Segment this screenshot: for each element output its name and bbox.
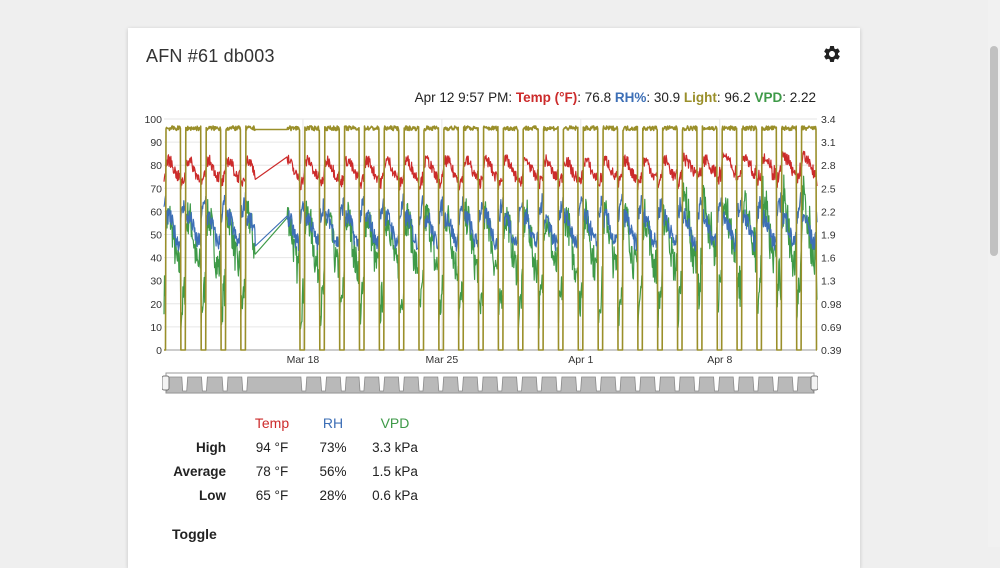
page-scrollbar[interactable]	[988, 0, 1000, 547]
y-right-tick-label: 1.9	[821, 230, 836, 242]
x-axis: Mar 18 Mar 25 Apr 1 Apr 8	[287, 354, 733, 366]
y-right-tick-label: 2.5	[821, 183, 836, 195]
y-right-tick-label: 2.8	[821, 160, 836, 172]
stats-cell: 73%	[319, 439, 347, 455]
stats-row-low: Low 65 °F 28% 0.6 kPa	[168, 483, 430, 507]
y-left-tick-label: 100	[144, 114, 162, 126]
y-left-tick-label: 50	[150, 230, 162, 242]
x-tick-label: Apr 1	[568, 354, 593, 366]
chart-series	[163, 125, 818, 351]
stats-row-label: Low	[199, 487, 226, 503]
y-axis-left: 0 10 20 30 40 50 60 70 80 90 100	[144, 114, 162, 357]
stats-cell: 1.5 kPa	[372, 463, 418, 479]
stats-header-row: Temp RH VPD	[168, 411, 430, 435]
y-left-tick-label: 60	[150, 206, 162, 218]
y-right-tick-label: 2.2	[821, 206, 836, 218]
navigator-handle-right[interactable]	[810, 375, 818, 391]
stats-cell: 78 °F	[255, 463, 289, 479]
y-left-tick-label: 0	[156, 345, 162, 357]
y-axis-right: 0.39 0.69 0.98 1.3 1.6 1.9 2.2 2.5 2.8 3.1 3.4	[821, 114, 842, 357]
stats-header-temp: Temp	[254, 415, 290, 431]
stats-cell: 94 °F	[255, 439, 289, 455]
stats-row-label: High	[196, 439, 226, 455]
y-right-tick-label: 0.69	[821, 322, 842, 334]
series-temp-f-line	[163, 149, 818, 191]
series-vpd-line	[163, 174, 818, 335]
stats-cell: 65 °F	[255, 487, 289, 503]
toggle-heading: Toggle	[172, 526, 217, 542]
x-tick-label: Apr 8	[707, 354, 732, 366]
y-right-tick-label: 1.3	[821, 276, 836, 288]
navigator-handle-left[interactable]	[162, 375, 170, 391]
stats-header-vpd: VPD	[380, 415, 410, 431]
x-tick-label: Mar 18	[287, 354, 320, 366]
y-left-tick-label: 30	[150, 276, 162, 288]
y-right-tick-label: 0.39	[821, 345, 842, 357]
y-left-tick-label: 10	[150, 322, 162, 334]
environment-chart[interactable]: 0 10 20 30 40 50 60 70 80 90 100 0.39 0.69 0.98 1.3 1.…	[128, 28, 860, 373]
scrollbar-thumb[interactable]	[990, 46, 998, 256]
y-left-tick-label: 70	[150, 183, 162, 195]
y-right-tick-label: 1.6	[821, 253, 836, 265]
stats-header-rh: RH	[322, 415, 344, 431]
stats-row-high: High 94 °F 73% 3.3 kPa	[168, 435, 430, 459]
y-right-tick-label: 0.98	[821, 299, 842, 311]
stats-cell: 28%	[319, 487, 347, 503]
stats-cell: 3.3 kPa	[372, 439, 418, 455]
stats-cell: 0.6 kPa	[372, 487, 418, 503]
stats-row-label: Average	[173, 463, 226, 479]
sensor-card: AFN #61 db003 Apr 12 9:57 PM: Temp (°F):…	[128, 28, 860, 568]
stats-row-average: Average 78 °F 56% 1.5 kPa	[168, 459, 430, 483]
stats-cell: 56%	[319, 463, 347, 479]
y-right-tick-label: 3.4	[821, 114, 836, 126]
stats-table: Temp RH VPD High 94 °F 73% 3.3 kPa Avera…	[168, 411, 430, 507]
y-right-tick-label: 3.1	[821, 137, 836, 149]
y-left-tick-label: 80	[150, 160, 162, 172]
y-left-tick-label: 20	[150, 299, 162, 311]
x-tick-label: Mar 25	[426, 354, 459, 366]
y-left-tick-label: 40	[150, 253, 162, 265]
y-left-tick-label: 90	[150, 137, 162, 149]
range-navigator[interactable]	[162, 370, 818, 396]
